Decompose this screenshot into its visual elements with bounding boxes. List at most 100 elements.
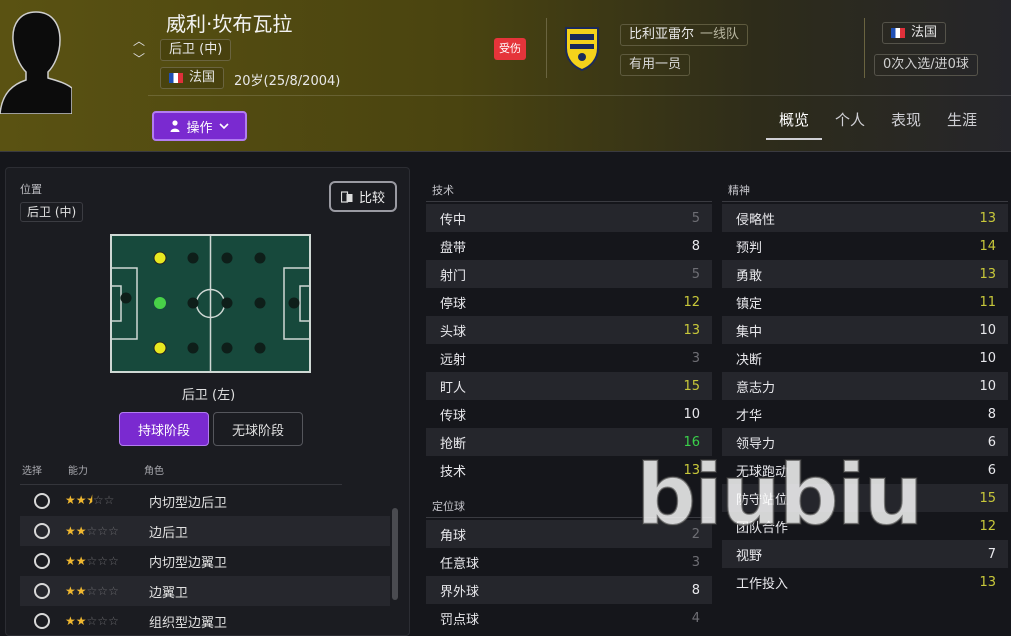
mental-attribute-row[interactable]: 工作投入 13 <box>722 568 1008 596</box>
phase-toggle: 持球阶段 无球阶段 <box>119 412 303 446</box>
attribute-value: 13 <box>683 322 700 338</box>
tab-overview[interactable]: 概览 <box>766 108 822 140</box>
player-nav-arrows[interactable]: ︿ ﹀ <box>130 32 148 68</box>
attribute-value: 7 <box>987 546 996 562</box>
player-header: ︿ ﹀ 威利·坎布瓦拉 后卫 (中) 法国 20岁(25/8/2004) 受伤 … <box>0 0 1011 152</box>
chevron-down-icon <box>218 123 229 130</box>
attribute-value: 10 <box>683 406 700 422</box>
mental-attribute-row[interactable]: 视野 7 <box>722 540 1008 568</box>
technical-attribute-row[interactable]: 远射 3 <box>426 344 712 372</box>
role-radio[interactable] <box>34 493 50 509</box>
attribute-name: 传中 <box>440 212 467 228</box>
out-of-possession-tab[interactable]: 无球阶段 <box>213 412 303 446</box>
role-name: 内切型边后卫 <box>149 495 228 511</box>
attribute-value: 3 <box>691 554 700 570</box>
star-icon: ★ <box>75 554 87 568</box>
attribute-name: 抢断 <box>440 436 467 452</box>
role-row[interactable]: ★★⯨☆☆ 内切型边后卫 <box>20 486 390 516</box>
profile-tabs: 概览 个人 表现 生涯 <box>766 108 990 140</box>
person-icon <box>170 120 180 132</box>
tab-personal[interactable]: 个人 <box>822 108 878 140</box>
star-icon: ☆ <box>108 554 119 568</box>
attribute-value: 3 <box>691 350 700 366</box>
star-icon: ☆ <box>108 584 119 598</box>
attribute-value: 4 <box>691 610 700 626</box>
in-possession-tab[interactable]: 持球阶段 <box>119 412 209 446</box>
mental-attribute-row[interactable]: 预判 14 <box>722 232 1008 260</box>
role-row[interactable]: ★★☆☆☆ 内切型边翼卫 <box>20 546 390 576</box>
mental-attribute-row[interactable]: 才华 8 <box>722 400 1008 428</box>
attribute-value: 8 <box>691 238 700 254</box>
star-icon: ☆ <box>86 584 98 598</box>
compare-icon <box>340 190 353 203</box>
header-divider <box>148 95 1011 96</box>
technical-attribute-row[interactable]: 停球 12 <box>426 288 712 316</box>
role-rating-stars: ★★☆☆☆ <box>65 614 135 628</box>
star-icon: ★ <box>75 492 87 507</box>
attribute-name: 界外球 <box>440 584 480 600</box>
technical-attribute-row[interactable]: 射门 5 <box>426 260 712 288</box>
tab-performance[interactable]: 表现 <box>878 108 934 140</box>
compare-label: 比较 <box>358 191 385 206</box>
attribute-name: 盘带 <box>440 240 467 256</box>
position-chip[interactable]: 后卫 (中) <box>160 39 232 61</box>
role-radio[interactable] <box>34 523 50 539</box>
france-flag-icon <box>891 28 905 38</box>
technical-attribute-row[interactable]: 头球 13 <box>426 316 712 344</box>
attribute-name: 盯人 <box>440 380 467 396</box>
injured-badge[interactable]: 受伤 <box>494 38 526 60</box>
club-chip[interactable]: 比利亚雷尔 一线队 <box>620 24 749 46</box>
technical-attribute-row[interactable]: 传中 5 <box>426 204 712 232</box>
pitch-diagram[interactable] <box>110 234 311 373</box>
attribute-value: 13 <box>979 210 996 226</box>
attribute-name: 任意球 <box>440 556 480 572</box>
mental-title: 精神 <box>722 180 1008 202</box>
attribute-name: 罚点球 <box>440 612 480 628</box>
role-row[interactable]: ★★☆☆☆ 组织型边翼卫 <box>20 606 390 636</box>
attribute-name: 视野 <box>736 548 763 564</box>
technical-attribute-row[interactable]: 传球 10 <box>426 400 712 428</box>
star-icon: ★ <box>75 524 87 538</box>
actions-button[interactable]: 操作 <box>152 111 247 141</box>
role-row[interactable]: ★★☆☆☆ 边后卫 <box>20 516 390 546</box>
technical-attribute-row[interactable]: 盯人 15 <box>426 372 712 400</box>
role-list-scrollbar[interactable] <box>392 508 398 600</box>
attribute-name: 停球 <box>440 296 467 312</box>
role-radio[interactable] <box>34 583 50 599</box>
chevron-down-icon[interactable]: ﹀ <box>130 50 148 68</box>
nationality-chip[interactable]: 法国 <box>160 67 225 89</box>
age-birthdate: 20岁(25/8/2004) <box>234 74 341 89</box>
attribute-name: 角球 <box>440 528 467 544</box>
position-panel: 位置 后卫 (中) 比较 后卫 (左) 持球阶段 无球阶段 选择 能力 角色 ★… <box>5 167 410 636</box>
nationality-label: 法国 <box>189 70 216 85</box>
set-piece-attribute-row[interactable]: 界外球 8 <box>426 576 712 604</box>
role-radio[interactable] <box>34 553 50 569</box>
chevron-up-icon[interactable]: ︿ <box>130 32 148 50</box>
mental-attribute-row[interactable]: 集中 10 <box>722 316 1008 344</box>
mental-attribute-row[interactable]: 决断 10 <box>722 344 1008 372</box>
technical-attribute-row[interactable]: 盘带 8 <box>426 232 712 260</box>
column-header-select: 选择 <box>22 466 42 477</box>
national-team-chip[interactable]: 法国 <box>882 22 947 44</box>
role-radio[interactable] <box>34 613 50 629</box>
compare-button[interactable]: 比较 <box>329 181 397 212</box>
mental-attribute-row[interactable]: 意志力 10 <box>722 372 1008 400</box>
caps-chip: 0次入选/进0球 <box>874 54 978 76</box>
tab-career[interactable]: 生涯 <box>934 108 990 140</box>
attribute-value: 5 <box>691 266 700 282</box>
divider <box>864 18 865 78</box>
role-row[interactable]: ★★☆☆☆ 边翼卫 <box>20 576 390 606</box>
star-icon: ☆ <box>97 614 109 628</box>
star-icon: ★ <box>75 614 87 628</box>
mental-attribute-row[interactable]: 镇定 11 <box>722 288 1008 316</box>
club-crest-icon[interactable] <box>562 24 602 72</box>
mental-attribute-row[interactable]: 勇敢 13 <box>722 260 1008 288</box>
star-icon: ☆ <box>108 614 119 628</box>
set-piece-attribute-row[interactable]: 任意球 3 <box>426 548 712 576</box>
squad-role-chip[interactable]: 有用一员 <box>620 54 691 76</box>
set-piece-attribute-row[interactable]: 罚点球 4 <box>426 604 712 632</box>
attribute-name: 射门 <box>440 268 467 284</box>
mental-attribute-row[interactable]: 侵略性 13 <box>722 204 1008 232</box>
attribute-value: 15 <box>683 378 700 394</box>
attribute-value: 12 <box>979 518 996 534</box>
